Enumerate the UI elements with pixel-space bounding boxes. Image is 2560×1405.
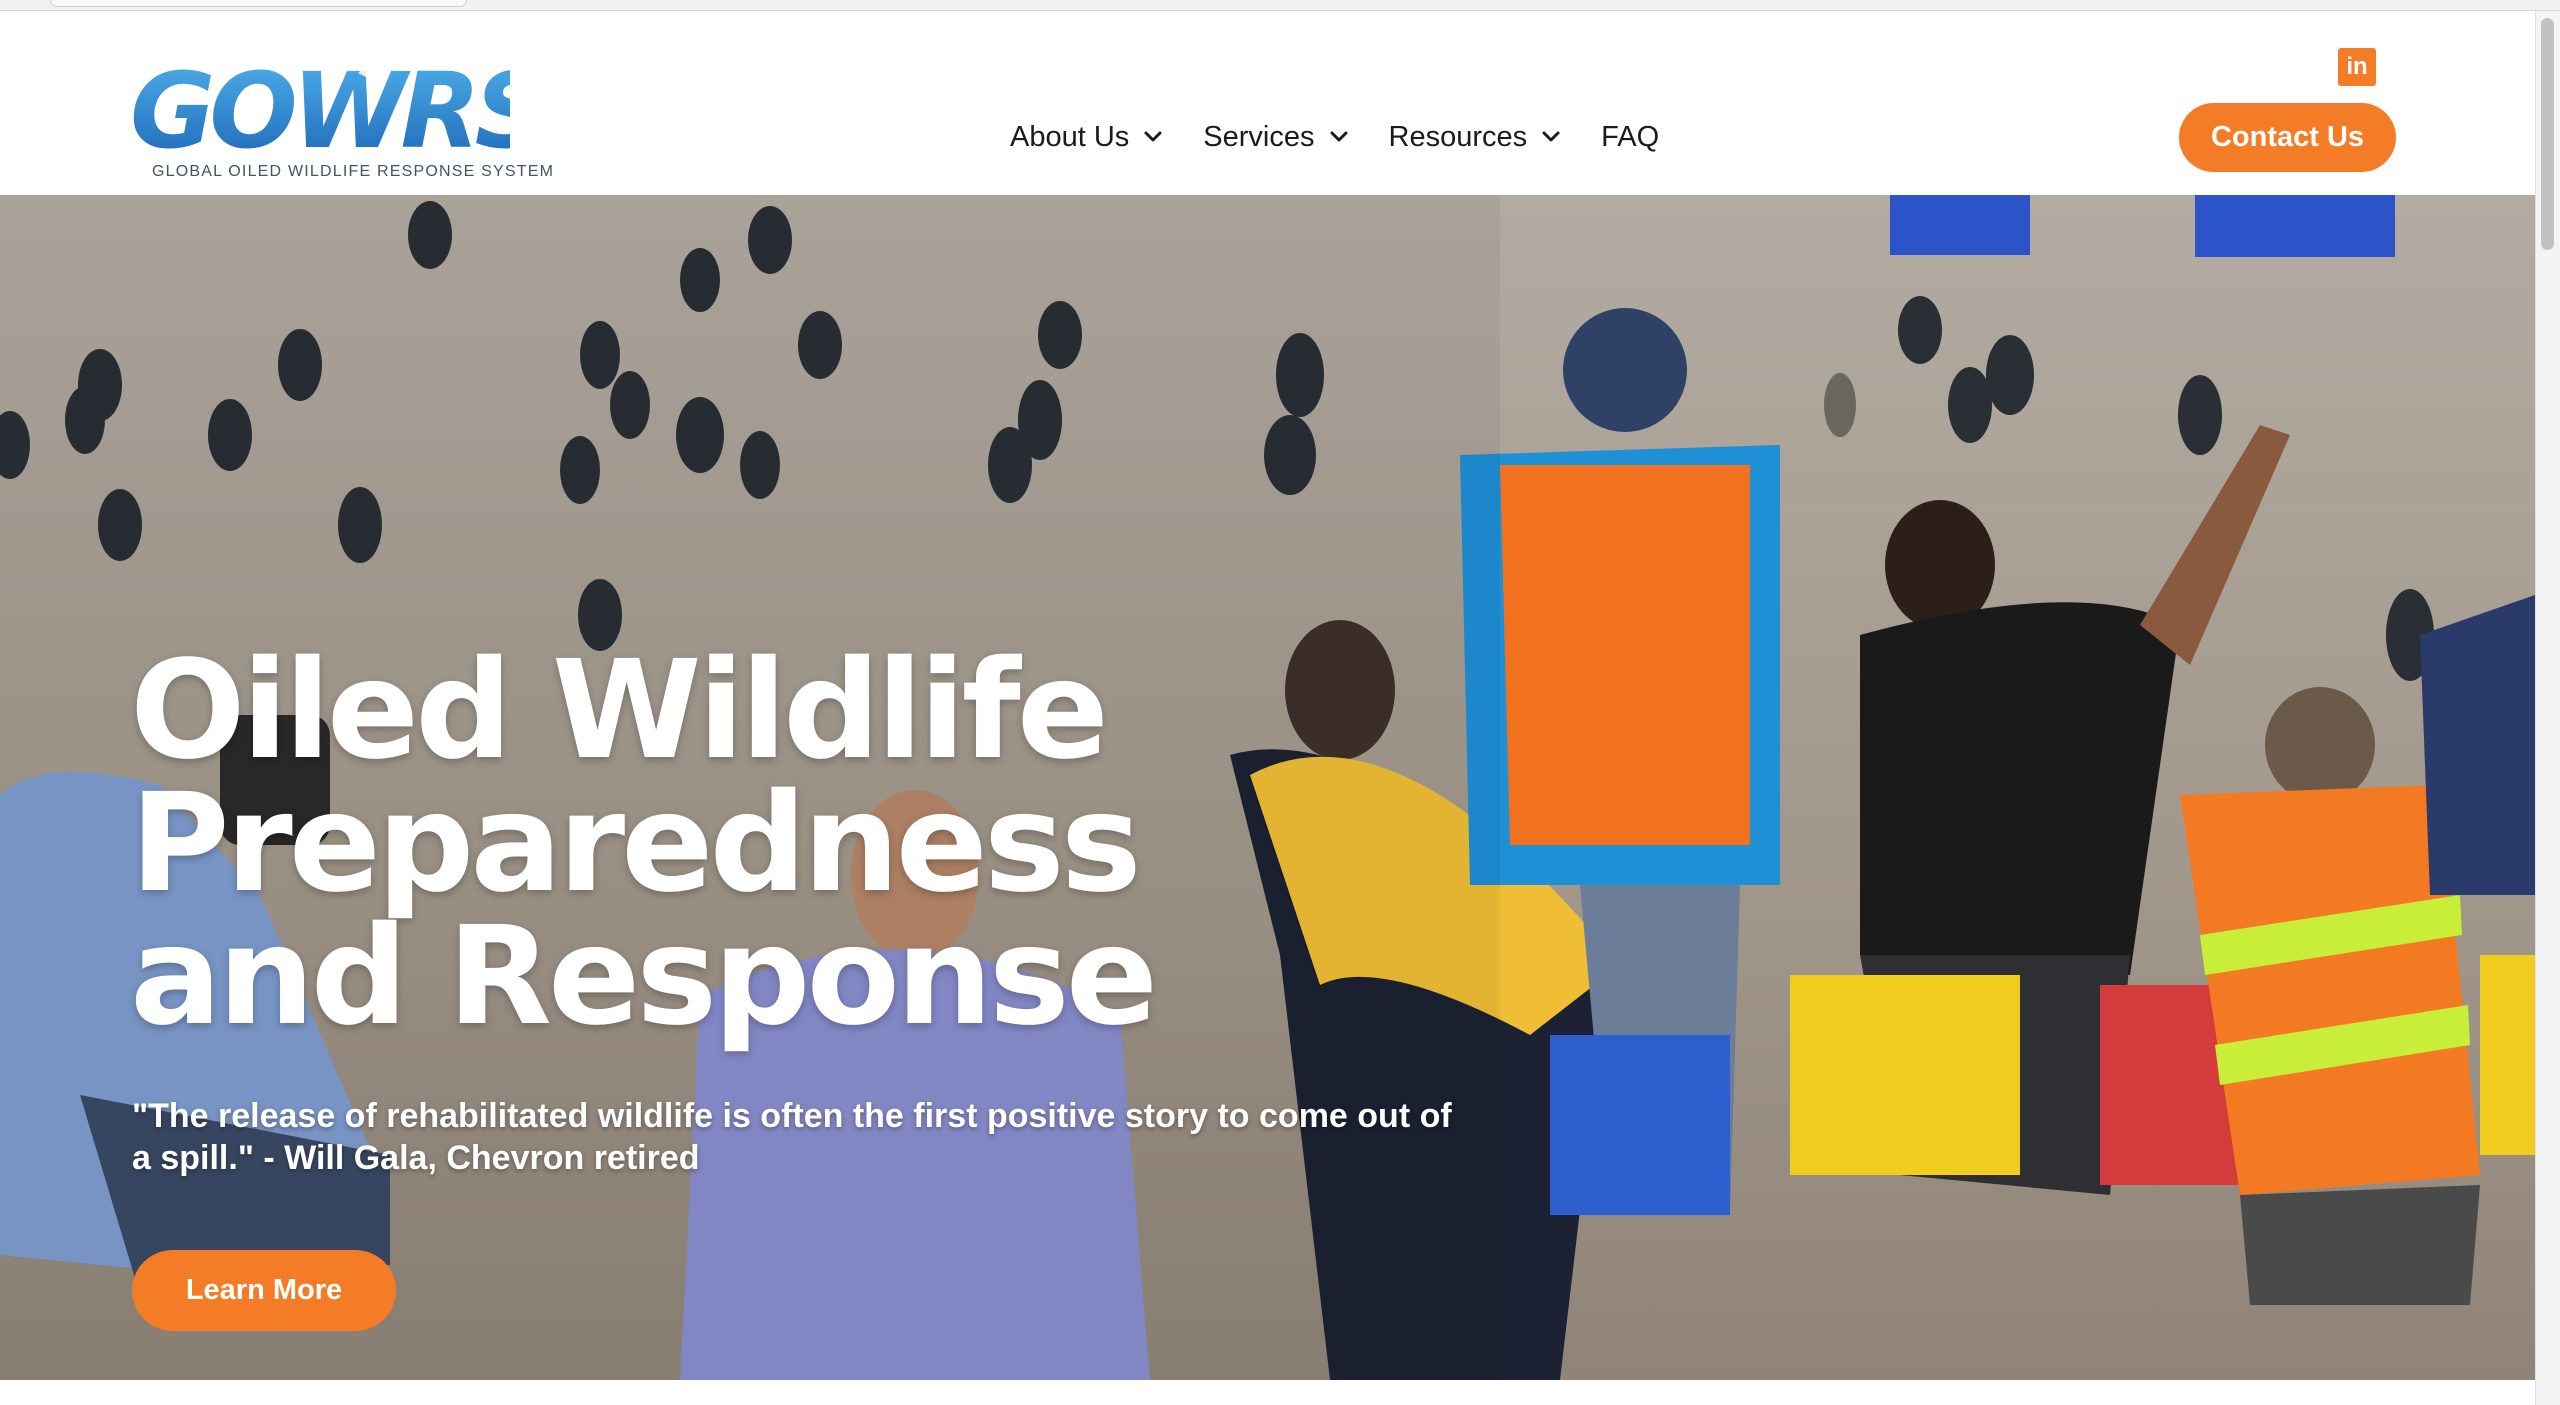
- gowrs-logo[interactable]: GOWRS GLOBAL OILED WILDLIFE RESPONSE SYS…: [130, 55, 553, 185]
- page-scrollbar-thumb[interactable]: [2541, 18, 2554, 250]
- chevron-down-icon: [1542, 131, 1560, 142]
- contact-us-button[interactable]: Contact Us: [2179, 103, 2396, 172]
- hero-quote: "The release of rehabilitated wildlife i…: [132, 1097, 1452, 1177]
- chevron-down-icon: [1330, 131, 1347, 142]
- learn-more-button[interactable]: Learn More: [132, 1250, 396, 1331]
- linkedin-label: in: [2346, 53, 2368, 80]
- gowrs-logo-mark: GOWRS: [130, 55, 510, 161]
- logo-wordmark: GOWRS: [130, 55, 510, 161]
- nav-about-us[interactable]: About Us: [1010, 121, 1163, 154]
- browser-tab-stub[interactable]: [50, 0, 467, 7]
- nav-resources-label: Resources: [1388, 120, 1528, 153]
- hero-title: Oiled Wildlife Preparedness and Response: [130, 632, 1158, 1056]
- nav-faq[interactable]: FAQ: [1601, 121, 1659, 154]
- nav-about-us-label: About Us: [1010, 120, 1130, 153]
- linkedin-icon[interactable]: in: [2338, 48, 2376, 86]
- nav-services[interactable]: Services: [1203, 121, 1348, 154]
- nav-resources[interactable]: Resources: [1389, 121, 1562, 154]
- page-bottom-band: [0, 1380, 2535, 1405]
- main-nav: About Us Services Resources FAQ: [1010, 107, 1699, 167]
- nav-services-label: Services: [1203, 120, 1315, 153]
- chevron-down-icon: [1144, 131, 1162, 142]
- nav-faq-label: FAQ: [1601, 120, 1660, 153]
- hero-section: Oiled Wildlife Preparedness and Response…: [0, 195, 2535, 1380]
- site-header: GOWRS GLOBAL OILED WILDLIFE RESPONSE SYS…: [0, 11, 2535, 195]
- logo-tagline: GLOBAL OILED WILDLIFE RESPONSE SYSTEM: [152, 163, 555, 180]
